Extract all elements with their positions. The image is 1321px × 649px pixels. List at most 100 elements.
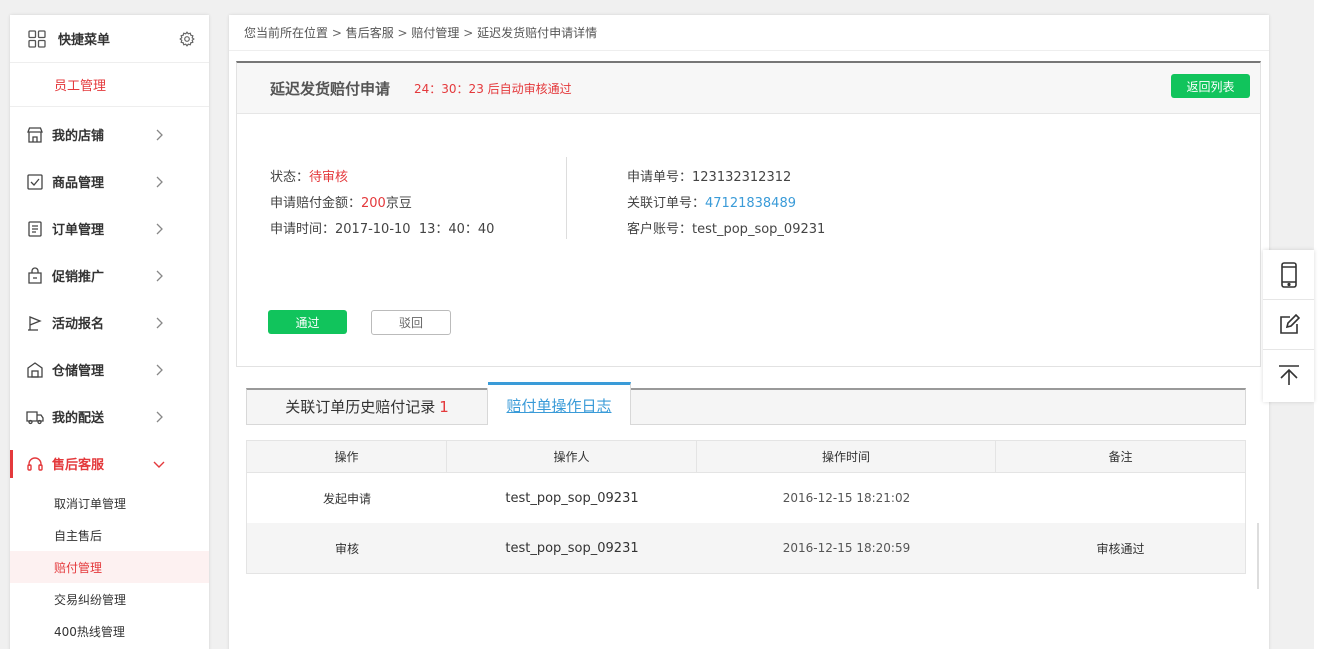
sidebar-subitem-hotline[interactable]: 400热线管理 <box>10 615 209 647</box>
chevron-right-icon <box>156 317 163 328</box>
table-cell-operator: test_pop_sop_09231 <box>447 523 697 573</box>
sidebar-item-label: 我的配送 <box>52 411 105 426</box>
sidebar-subitem-compensation[interactable]: 赔付管理 <box>10 551 209 583</box>
sidebar-item-activity[interactable]: 活动报名 <box>10 299 209 346</box>
table-row: 发起申请 test_pop_sop_09231 2016-12-15 18:21… <box>247 473 1245 523</box>
account-row: 客户账号：test_pop_sop_09231 <box>627 217 825 243</box>
apply-no-value: 123132312312 <box>692 170 792 185</box>
sidebar-item-label: 商品管理 <box>52 176 105 191</box>
delivery-icon <box>26 410 44 424</box>
sidebar-item-label: 活动报名 <box>52 317 105 332</box>
order-no-link[interactable]: 47121838489 <box>705 196 796 211</box>
warehouse-icon <box>27 361 43 378</box>
table-cell-remark: 审核通过 <box>996 523 1245 573</box>
chevron-right-icon <box>156 176 163 187</box>
chevron-right-icon <box>156 364 163 375</box>
table-cell-operation: 审核 <box>247 523 447 573</box>
sidebar-subitem-self-aftersales[interactable]: 自主售后 <box>10 519 209 551</box>
back-to-list-button[interactable]: 返回列表 <box>1171 74 1250 98</box>
auto-approve-timer: 24：30：23 后自动审核通过 <box>414 81 572 96</box>
promotion-icon <box>28 266 42 284</box>
reject-button[interactable]: 驳回 <box>371 310 451 335</box>
chevron-right-icon <box>156 129 163 140</box>
order-icon <box>28 220 42 237</box>
sidebar-item-warehouse[interactable]: 仓储管理 <box>10 346 209 393</box>
info-divider <box>566 157 567 239</box>
goods-icon <box>27 173 43 190</box>
column-header: 操作时间 <box>697 441 996 473</box>
breadcrumb-aftersales[interactable]: 售后客服 <box>328 24 394 41</box>
info-right: 申请单号：123132312312 关联订单号：47121838489 客户账号… <box>627 165 825 243</box>
sidebar-item-label: 订单管理 <box>52 223 105 238</box>
account-label: 客户账号： <box>627 222 693 237</box>
gear-icon[interactable] <box>179 30 195 47</box>
status-label: 状态： <box>270 170 310 185</box>
chevron-right-icon <box>156 223 163 234</box>
sidebar-menu: 我的店铺 商品管理 订单管理 促销推广 活动报名 仓储管理 我的配送 售后客服 … <box>10 107 209 647</box>
order-no-label: 关联订单号： <box>627 196 706 211</box>
chevron-right-icon <box>156 270 163 281</box>
sidebar-item-goods[interactable]: 商品管理 <box>10 158 209 205</box>
column-header: 备注 <box>996 441 1245 473</box>
tab-operation-log[interactable]: 赔付单操作日志 <box>488 382 631 425</box>
table-cell-time: 2016-12-15 18:21:02 <box>782 491 911 505</box>
floating-toolbar <box>1263 250 1314 402</box>
sidebar: 快捷菜单 员工管理 我的店铺 商品管理 订单管理 促销推广 活动报名 仓储管理 … <box>10 15 209 649</box>
apply-no-label: 申请单号： <box>627 170 693 185</box>
breadcrumb: 您当前所在位置 售后客服 赔付管理 延迟发货赔付申请详情 <box>229 15 1269 51</box>
sidebar-item-orders[interactable]: 订单管理 <box>10 205 209 252</box>
info-left: 状态：待审核 申请赔付金额：200京豆 申请时间：2017-10-10 13：4… <box>270 165 494 243</box>
column-header: 操作人 <box>447 441 697 473</box>
time-value: 2017-10-10 13：40：40 <box>335 222 495 237</box>
edit-button[interactable] <box>1263 300 1314 350</box>
detail-title: 延迟发货赔付申请 <box>270 79 391 98</box>
sidebar-subitem-cancel-orders[interactable]: 取消订单管理 <box>10 487 209 519</box>
edit-icon <box>1279 313 1300 334</box>
sidebar-subitem-disputes[interactable]: 交易纠纷管理 <box>10 583 209 615</box>
status-row: 状态：待审核 <box>270 165 494 191</box>
sidebar-item-promotion[interactable]: 促销推广 <box>10 252 209 299</box>
order-no-row: 关联订单号：47121838489 <box>627 191 825 217</box>
chevron-down-icon <box>153 461 165 468</box>
amount-label: 申请赔付金额： <box>270 196 362 211</box>
main-panel: 您当前所在位置 售后客服 赔付管理 延迟发货赔付申请详情 延迟发货赔付申请 24… <box>229 15 1269 649</box>
column-header: 操作 <box>247 441 447 473</box>
sidebar-item-label: 促销推广 <box>52 270 105 285</box>
sidebar-item-delivery[interactable]: 我的配送 <box>10 393 209 440</box>
store-icon <box>27 126 43 143</box>
table-cell-time: 2016-12-15 18:20:59 <box>697 523 996 573</box>
sidebar-item-store[interactable]: 我的店铺 <box>10 111 209 158</box>
approve-button[interactable]: 通过 <box>268 310 347 334</box>
tab-history-count: 1 <box>439 397 449 416</box>
breadcrumb-current: 延迟发货赔付申请详情 <box>459 24 597 41</box>
quick-menu[interactable]: 快捷菜单 <box>10 15 209 63</box>
table-cell-operator: test_pop_sop_09231 <box>505 490 639 506</box>
amount-unit: 京豆 <box>385 196 412 211</box>
phone-icon <box>1280 261 1297 288</box>
quick-sub-employee[interactable]: 员工管理 <box>10 63 209 107</box>
sidebar-item-label: 售后客服 <box>52 458 105 473</box>
apply-no-row: 申请单号：123132312312 <box>627 165 825 191</box>
chevron-right-icon <box>156 411 163 422</box>
breadcrumb-compensation[interactable]: 赔付管理 <box>394 24 459 41</box>
detail-header: 延迟发货赔付申请 24：30：23 后自动审核通过 返回列表 <box>237 63 1260 114</box>
page-edge <box>1314 0 1321 649</box>
status-value: 待审核 <box>309 170 349 185</box>
headset-icon <box>27 456 43 471</box>
tab-history[interactable]: 关联订单历史赔付记录 1 <box>247 388 488 425</box>
breadcrumb-prefix: 您当前所在位置 <box>244 26 329 40</box>
activity-icon <box>28 315 42 331</box>
sidebar-item-aftersales[interactable]: 售后客服 <box>10 440 209 487</box>
detail-tabs: 关联订单历史赔付记录 1 赔付单操作日志 <box>246 382 1246 425</box>
grid-icon <box>28 29 46 48</box>
mobile-button[interactable] <box>1263 250 1314 300</box>
back-to-top-button[interactable] <box>1263 350 1314 400</box>
compensation-detail-box: 延迟发货赔付申请 24：30：23 后自动审核通过 返回列表 状态：待审核 申请… <box>236 61 1261 367</box>
table-scrollbar[interactable] <box>1257 523 1259 589</box>
account-value: test_pop_sop_09231 <box>692 222 826 237</box>
operation-log-table: 操作 操作人 操作时间 备注 发起申请 test_pop_sop_09231 2… <box>246 440 1246 574</box>
amount-value: 200 <box>361 196 386 211</box>
time-label: 申请时间： <box>270 222 336 237</box>
amount-row: 申请赔付金额：200京豆 <box>270 191 494 217</box>
table-cell-operation: 发起申请 <box>322 491 371 506</box>
